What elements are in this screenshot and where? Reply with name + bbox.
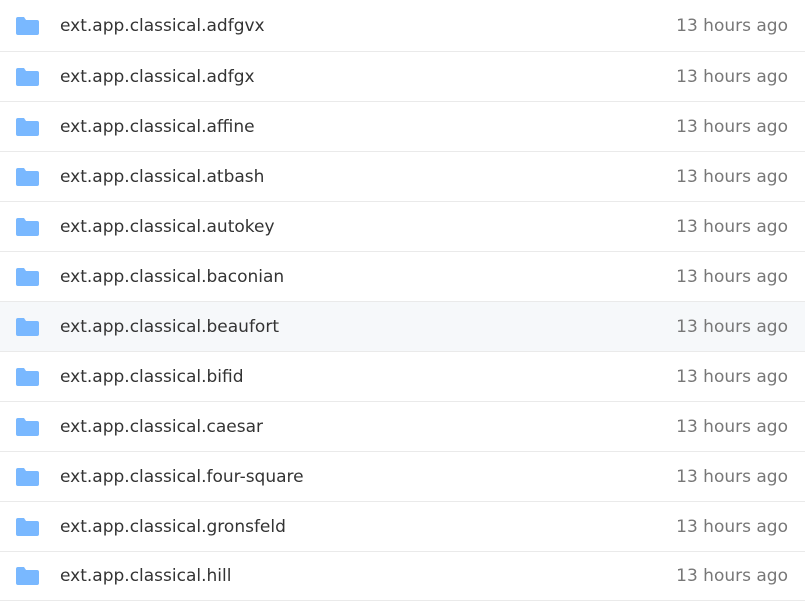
list-item[interactable]: ext.app.classical.autokey 13 hours ago: [0, 201, 805, 251]
commit-time: 13 hours ago: [676, 216, 788, 237]
folder-icon: [16, 217, 39, 236]
list-item[interactable]: ext.app.classical.adfgvx 13 hours ago: [0, 0, 805, 51]
commit-time: 13 hours ago: [676, 366, 788, 387]
list-item[interactable]: ext.app.classical.gronsfeld 13 hours ago: [0, 501, 805, 551]
commit-time: 13 hours ago: [676, 416, 788, 437]
commit-time: 13 hours ago: [676, 66, 788, 87]
folder-icon: [16, 417, 39, 436]
commit-time: 13 hours ago: [676, 466, 788, 487]
commit-time: 13 hours ago: [676, 166, 788, 187]
folder-name-link[interactable]: ext.app.classical.affine: [60, 117, 255, 137]
folder-name-link[interactable]: ext.app.classical.adfgvx: [60, 16, 265, 36]
folder-icon: [16, 67, 39, 86]
folder-icon: [16, 317, 39, 336]
commit-time: 13 hours ago: [676, 516, 788, 537]
commit-time: 13 hours ago: [676, 116, 788, 137]
list-item[interactable]: ext.app.classical.baconian 13 hours ago: [0, 251, 805, 301]
list-item[interactable]: ext.app.classical.adfgx 13 hours ago: [0, 51, 805, 101]
commit-time: 13 hours ago: [676, 566, 788, 586]
file-list: ext.app.classical.adfgvx 13 hours ago ex…: [0, 0, 805, 615]
folder-icon: [16, 567, 39, 585]
commit-time: 13 hours ago: [676, 316, 788, 337]
folder-icon: [16, 267, 39, 286]
folder-name-link[interactable]: ext.app.classical.caesar: [60, 417, 263, 437]
folder-name-link[interactable]: ext.app.classical.adfgx: [60, 67, 255, 87]
folder-name-link[interactable]: ext.app.classical.autokey: [60, 217, 275, 237]
list-item[interactable]: ext.app.classical.caesar 13 hours ago: [0, 401, 805, 451]
folder-icon: [16, 167, 39, 186]
list-item[interactable]: ext.app.classical.atbash 13 hours ago: [0, 151, 805, 201]
list-item[interactable]: ext.app.classical.four-square 13 hours a…: [0, 451, 805, 501]
folder-name-link[interactable]: ext.app.classical.atbash: [60, 167, 264, 187]
list-item[interactable]: ext.app.classical.hill 13 hours ago: [0, 551, 805, 601]
list-item-hovered[interactable]: ext.app.classical.beaufort 13 hours ago: [0, 301, 805, 351]
folder-name-link[interactable]: ext.app.classical.four-square: [60, 467, 304, 487]
folder-icon: [16, 367, 39, 386]
folder-icon: [16, 117, 39, 136]
commit-time: 13 hours ago: [676, 266, 788, 287]
folder-name-link[interactable]: ext.app.classical.baconian: [60, 267, 284, 287]
folder-name-link[interactable]: ext.app.classical.bifid: [60, 367, 244, 387]
list-item[interactable]: ext.app.classical.affine 13 hours ago: [0, 101, 805, 151]
folder-icon: [16, 16, 39, 35]
commit-time: 13 hours ago: [676, 15, 788, 36]
folder-icon: [16, 517, 39, 536]
folder-name-link[interactable]: ext.app.classical.hill: [60, 566, 231, 586]
folder-name-link[interactable]: ext.app.classical.beaufort: [60, 317, 279, 337]
list-item[interactable]: ext.app.classical.bifid 13 hours ago: [0, 351, 805, 401]
folder-name-link[interactable]: ext.app.classical.gronsfeld: [60, 517, 286, 537]
folder-icon: [16, 467, 39, 486]
